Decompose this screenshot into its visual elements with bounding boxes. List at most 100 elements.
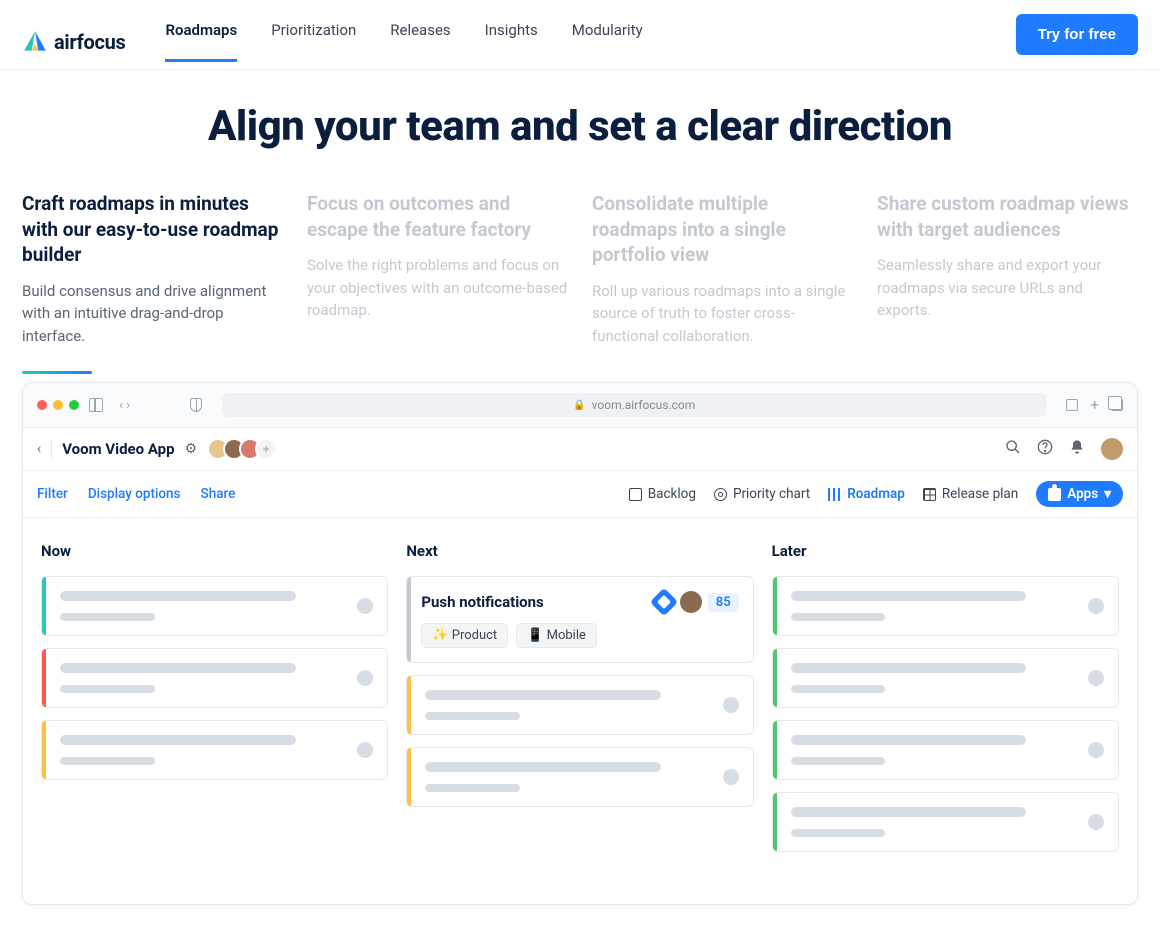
shield-icon[interactable] bbox=[190, 398, 202, 412]
feature-tabs: Craft roadmaps in minutes with our easy-… bbox=[0, 191, 1160, 382]
card[interactable] bbox=[772, 576, 1119, 636]
nav-items: Roadmaps Prioritization Releases Insight… bbox=[165, 21, 642, 62]
add-collaborator-icon[interactable]: + bbox=[255, 438, 277, 460]
jira-icon[interactable] bbox=[650, 588, 678, 616]
brand-name: airfocus bbox=[54, 30, 125, 54]
tag-mobile[interactable]: 📱 Mobile bbox=[516, 623, 597, 648]
collaborator-avatars[interactable]: + bbox=[207, 438, 277, 460]
view-priority-chart[interactable]: Priority chart bbox=[714, 486, 810, 502]
nav-item-roadmaps[interactable]: Roadmaps bbox=[165, 21, 237, 62]
avatar-placeholder-icon bbox=[723, 769, 739, 785]
avatar-placeholder-icon bbox=[1088, 670, 1104, 686]
current-user-avatar[interactable] bbox=[1101, 438, 1123, 460]
view-backlog[interactable]: Backlog bbox=[629, 486, 696, 502]
display-options-link[interactable]: Display options bbox=[88, 486, 181, 502]
column-title: Next bbox=[406, 542, 753, 560]
puzzle-icon bbox=[1048, 488, 1061, 501]
card[interactable] bbox=[41, 576, 388, 636]
card[interactable] bbox=[772, 720, 1119, 780]
app-bar: ‹ Voom Video App ⚙ + bbox=[23, 428, 1137, 471]
card[interactable] bbox=[772, 648, 1119, 708]
feature-desc: Build consensus and drive alignment with… bbox=[22, 280, 283, 348]
lock-icon: 🔒 bbox=[573, 400, 585, 411]
address-bar[interactable]: 🔒 voom.airfocus.com bbox=[222, 393, 1046, 417]
hero: Align your team and set a clear directio… bbox=[0, 70, 1160, 191]
feature-tab-outcomes[interactable]: Focus on outcomes and escape the feature… bbox=[307, 191, 568, 374]
feature-underline bbox=[22, 371, 92, 374]
feature-title: Craft roadmaps in minutes with our easy-… bbox=[22, 191, 283, 268]
share-icon[interactable] bbox=[1066, 399, 1078, 411]
minimize-dot-icon[interactable] bbox=[53, 400, 63, 410]
view-release-plan[interactable]: Release plan bbox=[923, 486, 1018, 502]
score-badge: 85 bbox=[708, 593, 739, 612]
feature-desc: Roll up various roadmaps into a single s… bbox=[592, 280, 853, 348]
address-url: voom.airfocus.com bbox=[592, 398, 696, 412]
column-title: Later bbox=[772, 542, 1119, 560]
feature-desc: Solve the right problems and focus on yo… bbox=[307, 254, 568, 322]
help-icon[interactable] bbox=[1037, 439, 1053, 459]
maximize-dot-icon[interactable] bbox=[69, 400, 79, 410]
card-tags: ✨ Product 📱 Mobile bbox=[421, 623, 597, 648]
feature-title: Consolidate multiple roadmaps into a sin… bbox=[592, 191, 853, 268]
share-link[interactable]: Share bbox=[201, 486, 236, 502]
avatar-placeholder-icon bbox=[1088, 598, 1104, 614]
appbar-right bbox=[1005, 438, 1123, 460]
divider bbox=[51, 440, 52, 458]
avatar-placeholder-icon bbox=[357, 598, 373, 614]
nav-item-modularity[interactable]: Modularity bbox=[572, 21, 643, 62]
feature-tab-builder[interactable]: Craft roadmaps in minutes with our easy-… bbox=[22, 191, 283, 374]
search-icon[interactable] bbox=[1005, 439, 1021, 459]
column-now: Now bbox=[41, 542, 388, 864]
avatar-placeholder-icon bbox=[357, 670, 373, 686]
list-icon bbox=[629, 488, 642, 501]
gear-icon[interactable]: ⚙ bbox=[185, 441, 198, 457]
brand-logo[interactable]: airfocus bbox=[22, 29, 125, 55]
card[interactable] bbox=[406, 747, 753, 807]
assignee-avatar[interactable] bbox=[680, 591, 702, 613]
sidebar-toggle-icon[interactable] bbox=[89, 398, 103, 412]
avatar-placeholder-icon bbox=[357, 742, 373, 758]
target-icon bbox=[714, 488, 727, 501]
logo-mark-icon bbox=[22, 29, 48, 55]
tag-product[interactable]: ✨ Product bbox=[421, 623, 508, 648]
apps-button[interactable]: Apps ▾ bbox=[1036, 481, 1123, 507]
card-title: Push notifications bbox=[421, 593, 543, 611]
feature-tab-share[interactable]: Share custom roadmap views with target a… bbox=[877, 191, 1138, 374]
card[interactable] bbox=[406, 675, 753, 735]
avatar-placeholder-icon bbox=[1088, 814, 1104, 830]
avatar-placeholder-icon bbox=[1088, 742, 1104, 758]
column-next: Next Push notifications 85 ✨ Product 📱 M… bbox=[406, 542, 753, 864]
nav-item-prioritization[interactable]: Prioritization bbox=[271, 21, 356, 62]
feature-title: Share custom roadmap views with target a… bbox=[877, 191, 1138, 242]
top-nav: airfocus Roadmaps Prioritization Release… bbox=[0, 0, 1160, 70]
grid-icon bbox=[923, 488, 936, 501]
nav-back-forward[interactable]: ‹ › bbox=[119, 398, 130, 413]
sub-toolbar: Filter Display options Share Backlog Pri… bbox=[23, 471, 1137, 518]
new-tab-icon[interactable]: + bbox=[1090, 399, 1099, 411]
cta-try-free-button[interactable]: Try for free bbox=[1016, 14, 1138, 55]
back-icon[interactable]: ‹ bbox=[37, 441, 41, 457]
browser-chrome: ‹ › 🔒 voom.airfocus.com + bbox=[23, 383, 1137, 428]
close-dot-icon[interactable] bbox=[37, 400, 47, 410]
view-roadmap[interactable]: Roadmap bbox=[828, 486, 905, 502]
workspace-title[interactable]: Voom Video App bbox=[62, 440, 174, 458]
card-push-notifications[interactable]: Push notifications 85 ✨ Product 📱 Mobile bbox=[406, 576, 753, 663]
nav-item-releases[interactable]: Releases bbox=[390, 21, 450, 62]
timeline-icon bbox=[828, 488, 841, 501]
column-title: Now bbox=[41, 542, 388, 560]
card[interactable] bbox=[41, 720, 388, 780]
feature-desc: Seamlessly share and export your roadmap… bbox=[877, 254, 1138, 322]
tabs-overview-icon[interactable] bbox=[1111, 399, 1123, 411]
feature-tab-portfolio[interactable]: Consolidate multiple roadmaps into a sin… bbox=[592, 191, 853, 374]
card[interactable] bbox=[41, 648, 388, 708]
traffic-lights bbox=[37, 400, 79, 410]
filter-link[interactable]: Filter bbox=[37, 486, 68, 502]
card[interactable] bbox=[772, 792, 1119, 852]
notifications-icon[interactable] bbox=[1069, 439, 1085, 459]
browser-mock: ‹ › 🔒 voom.airfocus.com + ‹ Voom Video A… bbox=[22, 382, 1138, 905]
nav-item-insights[interactable]: Insights bbox=[485, 21, 538, 62]
chrome-right-icons: + bbox=[1066, 399, 1123, 411]
hero-title: Align your team and set a clear directio… bbox=[20, 102, 1140, 151]
column-later: Later bbox=[772, 542, 1119, 864]
avatar-placeholder-icon bbox=[723, 697, 739, 713]
